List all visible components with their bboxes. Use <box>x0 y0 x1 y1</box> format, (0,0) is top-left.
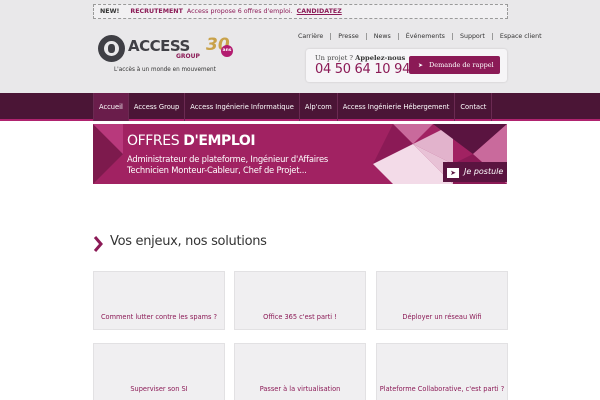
solution-card[interactable]: Passer à la virtualisation <box>234 343 366 400</box>
solution-card[interactable]: Superviser son SI <box>93 343 225 400</box>
top-nav-evenements[interactable]: Événements <box>399 33 453 40</box>
solution-card[interactable]: Déployer un réseau Wifi <box>376 271 508 330</box>
call-bold: Appelez-nous <box>355 54 406 62</box>
logo-sub: GROUP <box>176 53 200 60</box>
news-category: RECRUTEMENT <box>130 8 183 15</box>
nav-item-alpcom[interactable]: Alp'com <box>300 93 338 121</box>
apply-label: Je postule <box>464 167 504 176</box>
top-nav-carriere[interactable]: Carrière <box>291 33 332 40</box>
main-nav: Accueil Access Group Access Ingénierie I… <box>0 93 600 121</box>
news-tag: NEW! <box>100 8 120 15</box>
anniversary-badge: ans <box>221 45 233 57</box>
job-offers-banner[interactable]: OFFRES D'EMPLOI Administrateur de platef… <box>93 124 507 184</box>
apply-button[interactable]: ➤ Je postule <box>443 162 507 182</box>
arrow-right-icon: ➤ <box>447 168 459 178</box>
solution-card[interactable]: Plateforme Collaborative, c'est parti ? <box>376 343 508 400</box>
card-label: Déployer un réseau Wifi <box>402 313 482 321</box>
section-title: Vos enjeux, nos solutions <box>110 234 267 249</box>
top-nav-news[interactable]: News <box>367 33 399 40</box>
chevron-right-icon <box>93 236 103 252</box>
tagline: L'accès à un monde en mouvement <box>114 67 216 73</box>
nav-item-ingenierie-hebergement[interactable]: Access Ingénierie Hébergement <box>338 93 456 121</box>
card-label: Plateforme Collaborative, c'est parti ? <box>379 385 505 393</box>
news-link[interactable]: CANDIDATEZ <box>297 8 342 15</box>
top-nav-espace-client[interactable]: Espace client <box>493 33 542 40</box>
callback-label: Demande de rappel <box>429 61 494 69</box>
solution-card[interactable]: Comment lutter contre les spams ? <box>93 271 225 330</box>
banner-line-2: Technicien Monteur-Cableur, Chef de Proj… <box>127 165 307 175</box>
top-nav: Carrière Presse News Événements Support … <box>291 33 542 40</box>
nav-item-ingenierie-informatique[interactable]: Access Ingénierie Informatique <box>185 93 300 121</box>
callback-request-button[interactable]: ➤ Demande de rappel <box>409 56 500 74</box>
call-prefix: Un projet ? <box>315 54 354 62</box>
banner-line-1: Administrateur de plateforme, Ingénieur … <box>127 154 329 164</box>
header-band: NEW! RECRUTEMENT Access propose 6 offres… <box>0 0 600 93</box>
nav-item-access-group[interactable]: Access Group <box>129 93 186 121</box>
top-nav-presse[interactable]: Presse <box>331 33 367 40</box>
banner-title: OFFRES D'EMPLOI <box>127 133 256 149</box>
nav-item-accueil[interactable]: Accueil <box>93 93 129 121</box>
logo-mark-icon <box>98 35 125 62</box>
news-ticker: NEW! RECRUTEMENT Access propose 6 offres… <box>93 4 508 19</box>
call-prompt: Un projet ? Appelez-nous <box>315 54 405 62</box>
card-label: Passer à la virtualisation <box>259 385 341 393</box>
card-label: Office 365 c'est parti ! <box>263 313 337 321</box>
arrow-right-icon: ➤ <box>418 62 424 69</box>
card-label: Comment lutter contre les spams ? <box>100 313 218 321</box>
news-message: Access propose 6 offres d'emploi. <box>186 8 293 15</box>
phone-number: 04 50 64 10 94 <box>315 62 411 77</box>
banner-title-light: OFFRES <box>127 133 180 149</box>
top-nav-support[interactable]: Support <box>453 33 493 40</box>
nav-item-contact[interactable]: Contact <box>455 93 493 121</box>
banner-title-bold: D'EMPLOI <box>183 133 256 149</box>
solution-card[interactable]: Office 365 c'est parti ! <box>234 271 366 330</box>
card-label: Superviser son SI <box>130 385 188 393</box>
call-box: Un projet ? Appelez-nous 04 50 64 10 94 … <box>306 49 507 82</box>
access-group-logo[interactable]: ACCESS GROUP 30 ans <box>98 35 233 65</box>
